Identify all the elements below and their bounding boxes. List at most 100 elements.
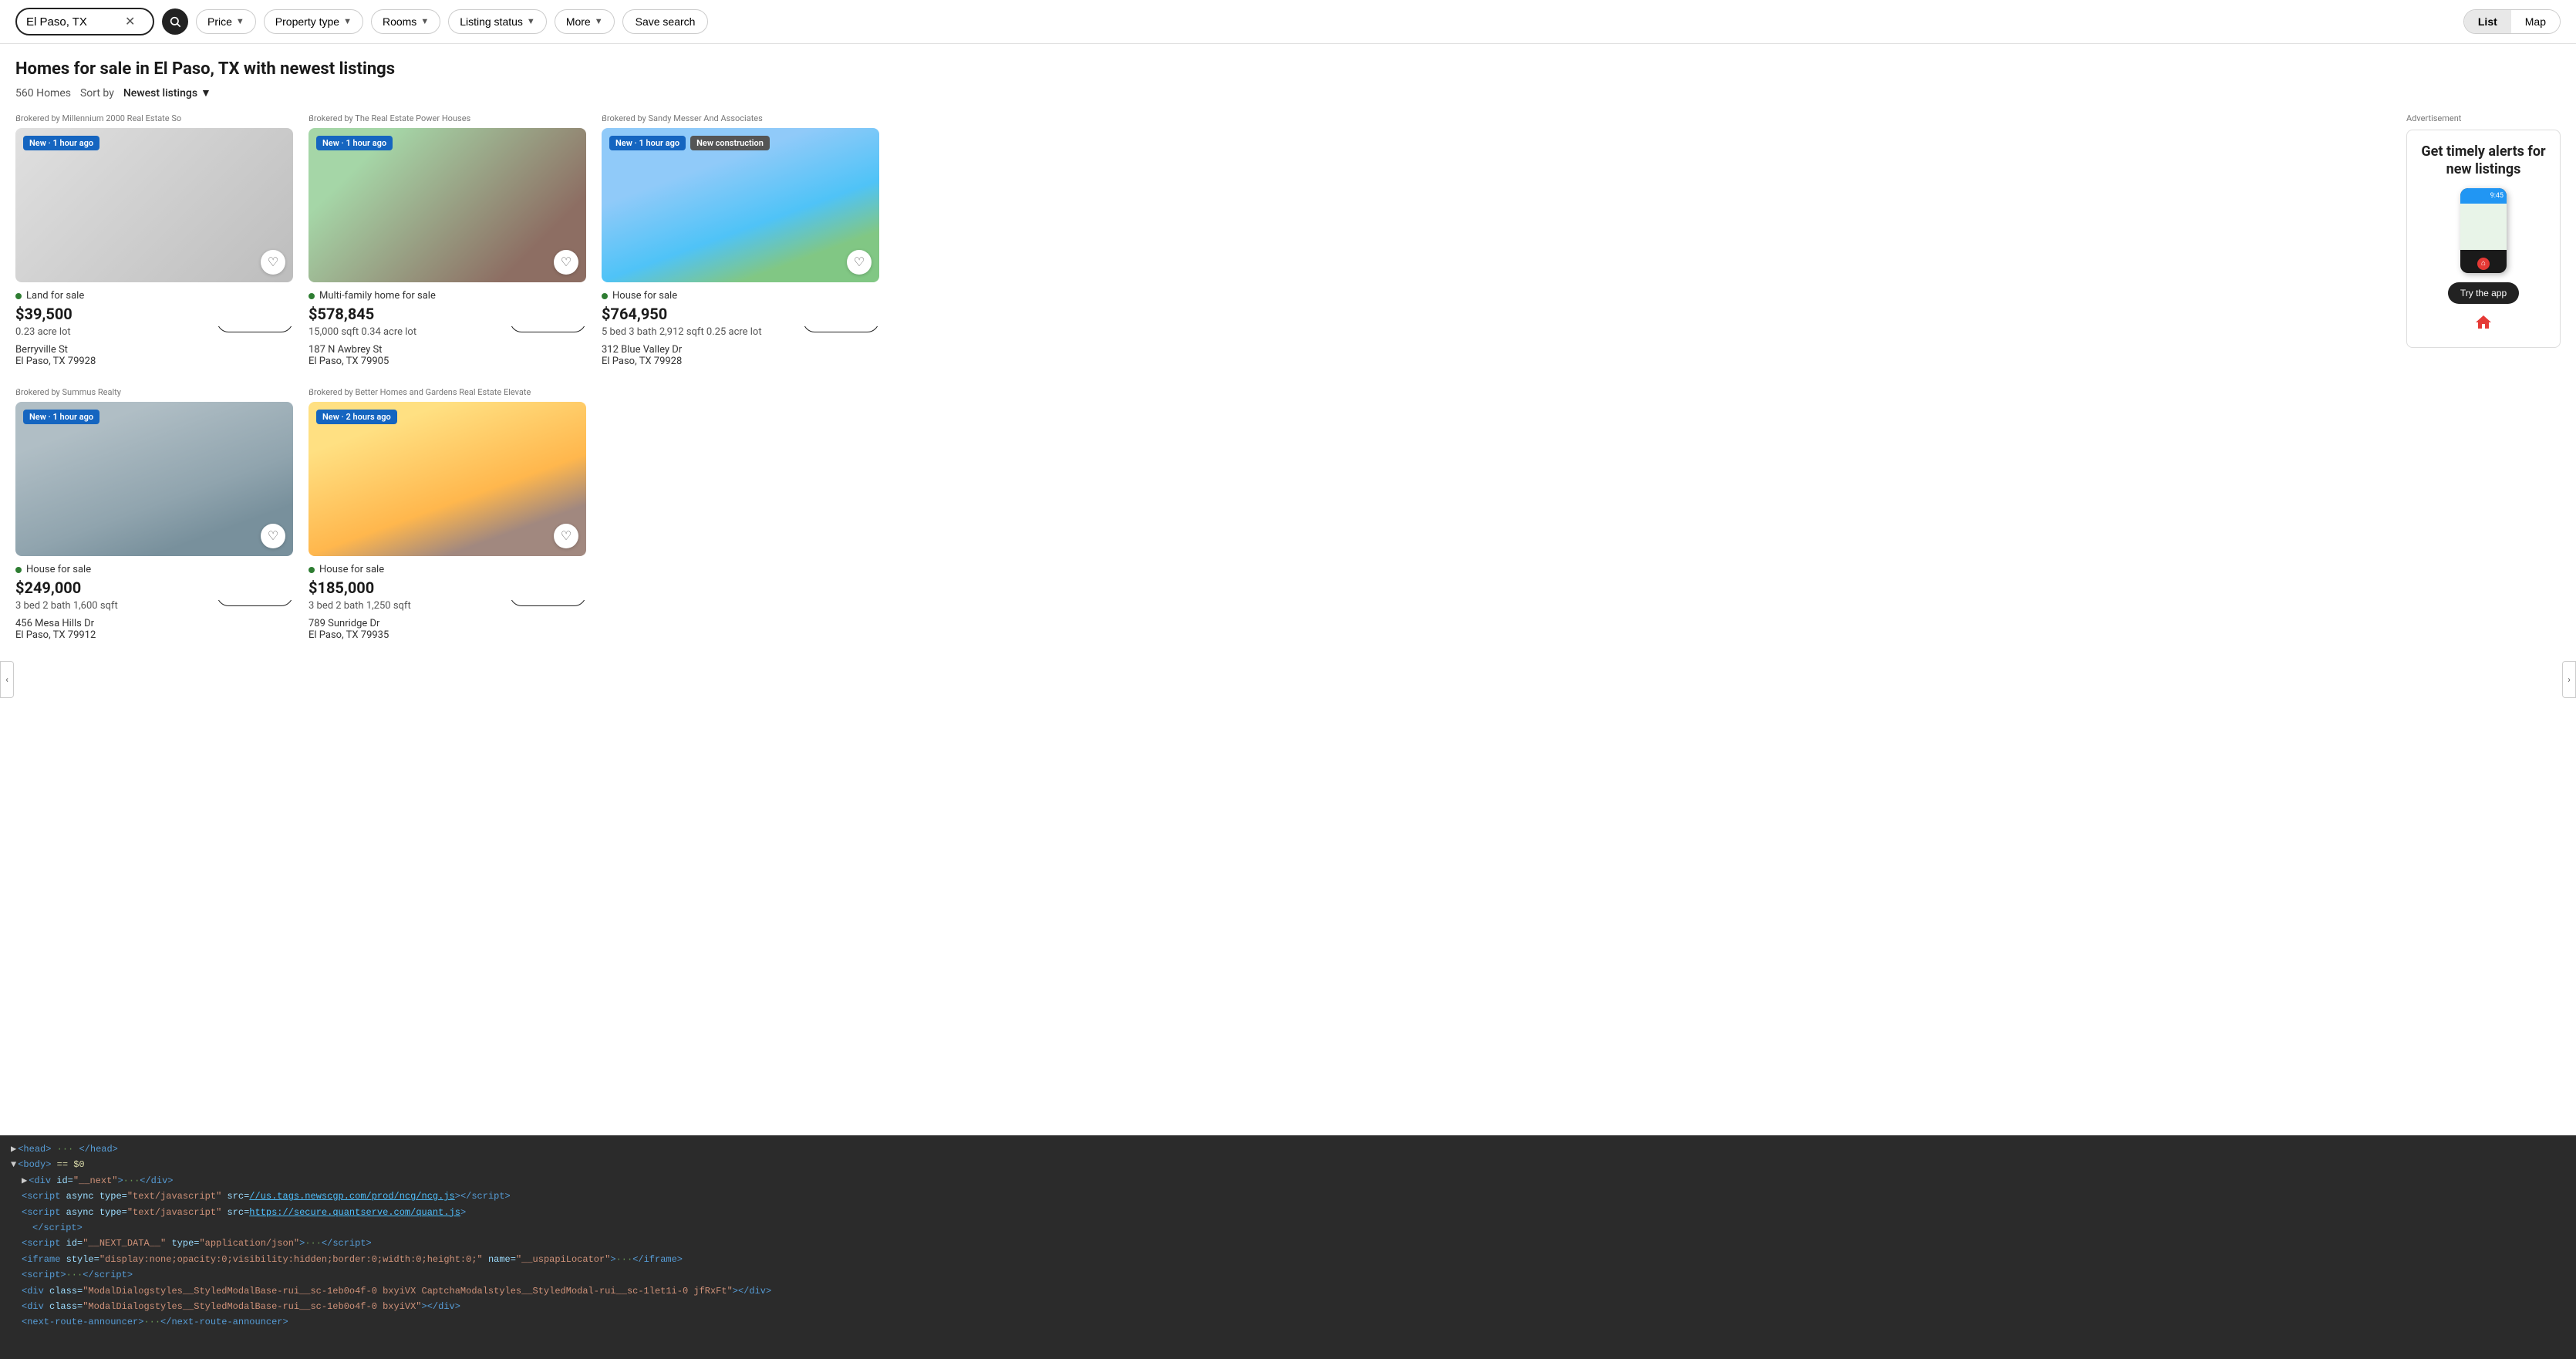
- search-clear-button[interactable]: ✕: [125, 14, 135, 29]
- rooms-filter-button[interactable]: Rooms ▼: [371, 9, 440, 34]
- scroll-arrow-left[interactable]: ‹: [0, 661, 14, 698]
- ad-sidebar: Advertisement Get timely alerts for new …: [2406, 113, 2561, 646]
- listing-status-filter-button[interactable]: Listing status ▼: [448, 9, 547, 34]
- search-box: ✕: [15, 8, 154, 35]
- new-listing-badge: New · 1 hour ago: [316, 136, 393, 150]
- search-submit-button[interactable]: [162, 8, 188, 35]
- listing-price: $39,500: [15, 305, 293, 323]
- devtools-line: <script>···</script>: [11, 1267, 2565, 1283]
- main-content: Homes for sale in El Paso, TX with newes…: [0, 44, 2576, 646]
- listings-grid: Brokered by Millennium 2000 Real Estate …: [15, 113, 2391, 646]
- listing-price: $764,950: [602, 305, 879, 323]
- listing-address-line2: El Paso, TX 79935: [309, 629, 586, 641]
- listings-area: Brokered by Millennium 2000 Real Estate …: [15, 113, 2561, 646]
- listing-card: Brokered by The Real Estate Power Houses…: [309, 113, 586, 372]
- devtools-line: ▶<div id="__next">···</div>: [11, 1173, 2565, 1189]
- devtools-line: <div class="ModalDialogstyles__StyledMod…: [11, 1283, 2565, 1299]
- brokered-by-label: Brokered by Millennium 2000 Real Estate …: [15, 113, 293, 123]
- active-indicator: [15, 293, 22, 299]
- listing-address-line1: 789 Sunridge Dr: [309, 618, 586, 629]
- email-agent-button[interactable]: Email Agent: [510, 600, 586, 606]
- favorite-button[interactable]: ♡: [554, 250, 578, 275]
- ad-card: Get timely alerts for new listings 9:45 …: [2406, 130, 2561, 348]
- list-view-button[interactable]: List: [2464, 10, 2511, 33]
- active-indicator: [15, 567, 22, 573]
- devtools-line: ▶<head> ··· </head>: [11, 1141, 2565, 1157]
- active-indicator: [309, 293, 315, 299]
- sort-value: Newest listings: [123, 87, 197, 99]
- ad-headline: Get timely alerts for new listings: [2419, 143, 2547, 179]
- listing-address-line1: Berryville St: [15, 344, 293, 356]
- property-type-filter-button[interactable]: Property type ▼: [264, 9, 363, 34]
- devtools-line: <script id="__NEXT_DATA__" type="applica…: [11, 1236, 2565, 1251]
- header: ✕ Price ▼ Property type ▼ Rooms ▼ Listin…: [0, 0, 2576, 44]
- devtools-line: ▼<body> == $0: [11, 1157, 2565, 1172]
- view-toggle: List Map: [2463, 9, 2561, 34]
- email-agent-button[interactable]: Email Agent: [217, 326, 293, 332]
- listing-address-line1: 187 N Awbrey St: [309, 344, 586, 356]
- listing-address-line2: El Paso, TX 79905: [309, 356, 586, 367]
- save-search-button[interactable]: Save search: [622, 9, 709, 34]
- listing-status-filter-label: Listing status: [460, 15, 523, 28]
- card-footer: 0.23 acre lot Email Agent: [15, 326, 293, 341]
- devtools-line: <script async type="text/javascript" src…: [11, 1205, 2565, 1220]
- email-agent-button[interactable]: Email Agent: [510, 326, 586, 332]
- devtools-line: <next-route-announcer>···</next-route-an…: [11, 1314, 2565, 1330]
- property-type-label: House for sale: [612, 290, 677, 302]
- new-listing-badge: New · 2 hours ago: [316, 410, 397, 424]
- brokered-by-label: Brokered by The Real Estate Power Houses: [309, 113, 586, 123]
- ad-cta-button[interactable]: Try the app: [2448, 282, 2519, 304]
- brokered-by-label: Brokered by Summus Realty: [15, 387, 293, 397]
- listing-address-line1: 456 Mesa Hills Dr: [15, 618, 293, 629]
- favorite-button[interactable]: ♡: [261, 250, 285, 275]
- listing-address-line2: El Paso, TX 79928: [15, 356, 293, 367]
- listing-image: New · 1 hour ago New construction ♡: [602, 128, 879, 282]
- listing-card: Brokered by Summus Realty New · 1 hour a…: [15, 387, 293, 646]
- listing-image: New · 1 hour ago ♡: [309, 128, 586, 282]
- brokered-by-label: Brokered by Sandy Messer And Associates: [602, 113, 879, 123]
- card-info: Land for sale $39,500 0.23 acre lot Emai…: [15, 282, 293, 372]
- email-agent-button[interactable]: Email Agent: [803, 326, 879, 332]
- new-construction-badge: New construction: [690, 136, 770, 150]
- scroll-arrow-right[interactable]: ›: [2562, 661, 2576, 698]
- card-footer: 15,000 sqft 0.34 acre lot Email Agent: [309, 326, 586, 341]
- devtools-line: <script async type="text/javascript" src…: [11, 1189, 2565, 1204]
- property-type-label: Multi-family home for sale: [319, 290, 436, 302]
- card-footer: 5 bed 3 bath 2,912 sqft 0.25 acre lot Em…: [602, 326, 879, 341]
- listing-card: Brokered by Millennium 2000 Real Estate …: [15, 113, 293, 372]
- new-listing-badge: New · 1 hour ago: [23, 136, 99, 150]
- property-type-row: House for sale: [15, 564, 293, 575]
- more-filter-button[interactable]: More ▼: [555, 9, 615, 34]
- favorite-button[interactable]: ♡: [554, 524, 578, 548]
- devtools-line: <iframe style="display:none;opacity:0;vi…: [11, 1252, 2565, 1267]
- brokered-by-label: Brokered by Better Homes and Gardens Rea…: [309, 387, 586, 397]
- email-agent-button[interactable]: Email Agent: [217, 600, 293, 606]
- more-filter-label: More: [566, 15, 591, 28]
- property-type-label: Land for sale: [26, 290, 84, 302]
- listing-image: New · 1 hour ago ♡: [15, 128, 293, 282]
- ad-phone-mockup: 9:45 ⌂: [2419, 188, 2547, 273]
- card-info: Multi-family home for sale $578,845 15,0…: [309, 282, 586, 372]
- card-info: House for sale $764,950 5 bed 3 bath 2,9…: [602, 282, 879, 372]
- listing-card: Brokered by Sandy Messer And Associates …: [602, 113, 879, 372]
- price-filter-label: Price: [207, 15, 232, 28]
- favorite-button[interactable]: ♡: [847, 250, 872, 275]
- map-view-button[interactable]: Map: [2511, 10, 2560, 33]
- more-chevron-icon: ▼: [595, 17, 603, 26]
- sort-label: Sort by: [80, 87, 114, 99]
- listing-status-chevron-icon: ▼: [527, 17, 535, 26]
- rooms-chevron-icon: ▼: [420, 17, 429, 26]
- sort-dropdown[interactable]: Newest listings ▼: [123, 86, 211, 99]
- favorite-button[interactable]: ♡: [261, 524, 285, 548]
- property-type-row: House for sale: [309, 564, 586, 575]
- listing-price: $578,845: [309, 305, 586, 323]
- property-type-row: Multi-family home for sale: [309, 290, 586, 302]
- price-filter-button[interactable]: Price ▼: [196, 9, 256, 34]
- card-info: House for sale $185,000 3 bed 2 bath 1,2…: [309, 556, 586, 646]
- homes-count: 560 Homes: [15, 87, 71, 99]
- price-chevron-icon: ▼: [236, 17, 244, 26]
- search-input[interactable]: [26, 15, 119, 29]
- advertisement-label: Advertisement: [2406, 113, 2561, 123]
- devtools-panel: ▶<head> ··· </head>▼<body> == $0▶<div id…: [0, 1135, 2576, 1359]
- subtitle-row: 560 Homes Sort by Newest listings ▼: [15, 86, 2561, 99]
